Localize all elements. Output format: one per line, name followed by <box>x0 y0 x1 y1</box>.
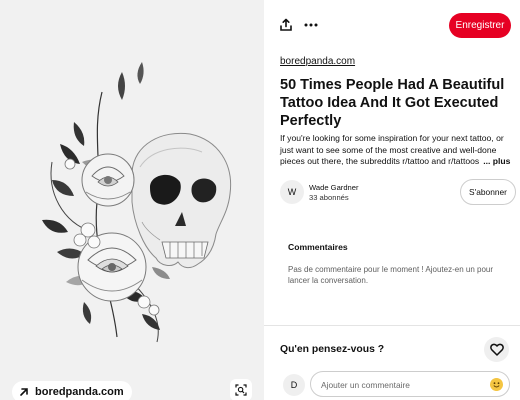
save-button[interactable]: Enregistrer <box>449 13 511 38</box>
author-follower-count: 33 abonnés <box>309 193 349 202</box>
comment-input[interactable] <box>321 377 481 392</box>
pin-detail-pane: Enregistrer boredpanda.com 50 Times Peop… <box>264 0 520 400</box>
visual-search-button[interactable] <box>230 379 252 400</box>
more-dots-icon <box>304 23 318 27</box>
comments-empty-state: Pas de commentaire pour le moment ! Ajou… <box>288 265 493 285</box>
current-user-avatar[interactable]: D <box>283 374 305 396</box>
emoji-icon <box>490 378 503 391</box>
pin-toolbar: Enregistrer <box>264 0 520 50</box>
read-more-link[interactable]: ... plus <box>483 156 510 166</box>
pin-description-text: If you're looking for some inspiration f… <box>280 133 504 166</box>
visual-search-icon <box>235 384 247 396</box>
pin-domain-link[interactable]: boredpanda.com <box>280 56 355 67</box>
heart-icon <box>489 343 504 356</box>
skull-and-roses-illustration <box>42 62 232 343</box>
more-options-button[interactable] <box>299 13 323 37</box>
react-button[interactable] <box>484 337 509 362</box>
author-avatar[interactable]: W <box>280 180 304 204</box>
pin-title[interactable]: 50 Times People Had A Beautiful Tattoo I… <box>280 76 512 130</box>
share-icon <box>280 18 292 31</box>
author-name[interactable]: Wade Gardner <box>309 183 359 192</box>
feedback-prompt: Qu'en pensez-vous ? <box>280 344 385 355</box>
arrow-up-right-icon <box>20 388 28 396</box>
pin-description: If you're looking for some inspiration f… <box>280 133 514 168</box>
pin-image-pane[interactable]: boredpanda.com <box>0 0 264 400</box>
source-link-label: boredpanda.com <box>35 386 124 398</box>
comments-heading: Commentaires <box>288 242 348 252</box>
divider <box>264 325 520 326</box>
share-button[interactable] <box>274 13 298 37</box>
source-link-chip[interactable]: boredpanda.com <box>12 381 132 400</box>
emoji-button[interactable] <box>490 378 503 391</box>
comment-composer[interactable] <box>310 371 510 397</box>
follow-button[interactable]: S'abonner <box>460 179 516 205</box>
